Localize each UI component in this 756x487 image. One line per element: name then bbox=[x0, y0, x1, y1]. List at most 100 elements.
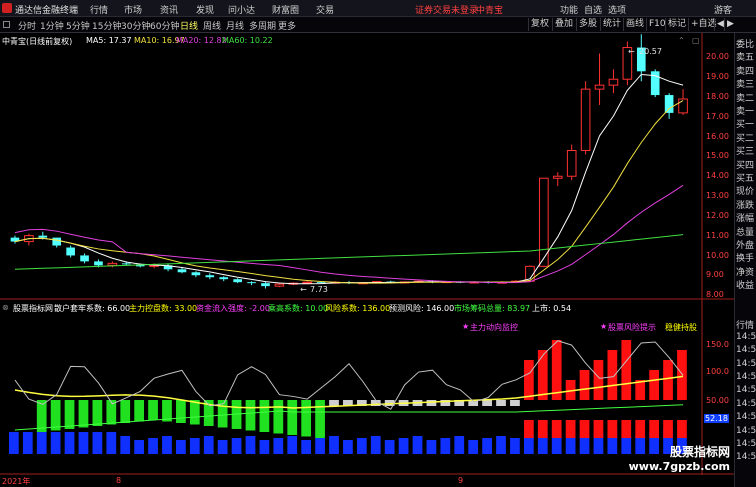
period-multi[interactable]: 多周期 bbox=[249, 19, 276, 32]
menu-discover[interactable]: 发现 bbox=[196, 3, 214, 16]
indicator-bar bbox=[189, 400, 200, 425]
indicator-param: 乘高系数: 10.00 bbox=[268, 304, 329, 313]
menu-wealth[interactable]: 财富圈 bbox=[272, 3, 299, 16]
login-status[interactable]: 证券交易未登录 bbox=[415, 3, 478, 16]
candle-body bbox=[261, 283, 270, 287]
menu-news[interactable]: 资讯 bbox=[160, 3, 178, 16]
multi-stock-button[interactable]: 多股 bbox=[576, 18, 599, 31]
volume-bar bbox=[120, 436, 131, 454]
quote-field: 14:50 bbox=[736, 425, 756, 436]
candle-body bbox=[247, 282, 256, 284]
risk-bar bbox=[649, 420, 659, 438]
period-weekly[interactable]: 周线 bbox=[203, 19, 221, 32]
candle-body bbox=[566, 150, 577, 177]
volume-bar bbox=[301, 440, 312, 454]
indicator-bar bbox=[273, 400, 284, 434]
volume-bar bbox=[22, 432, 33, 454]
volume-bar bbox=[510, 438, 520, 454]
risk-bar bbox=[565, 420, 576, 438]
stats-button[interactable]: 统计 bbox=[600, 18, 623, 31]
quote-field: 买二 bbox=[736, 133, 755, 144]
volume-bar bbox=[454, 436, 465, 454]
price-tick: 17.00 bbox=[706, 112, 729, 121]
volume-bar bbox=[203, 436, 214, 454]
indicator-source: 股票指标网 bbox=[13, 304, 53, 313]
volume-bar bbox=[78, 432, 89, 454]
adjust-button[interactable]: 复权 bbox=[528, 18, 551, 31]
mark-button[interactable]: 标记 bbox=[665, 18, 688, 31]
volume-bar bbox=[134, 440, 145, 454]
period-daily[interactable]: 日线 bbox=[180, 19, 198, 32]
menu-market[interactable]: 市场 bbox=[124, 3, 142, 16]
low-price-label-arrow: ← bbox=[300, 285, 307, 294]
volume-bar bbox=[162, 436, 172, 454]
volume-bar bbox=[426, 440, 437, 454]
quote-field: 买五 bbox=[736, 174, 755, 184]
menu-favorites[interactable]: 自选 bbox=[584, 3, 602, 16]
nav-next-button[interactable]: ▶ bbox=[724, 18, 736, 31]
menu-ask[interactable]: 问小达 bbox=[228, 3, 255, 16]
watermark-site: www.7gpzb.com bbox=[628, 460, 730, 473]
collapse-icon[interactable]: ⌃ bbox=[678, 36, 685, 45]
menu-hq[interactable]: 行情 bbox=[90, 3, 108, 16]
period-more[interactable]: 更多 bbox=[278, 19, 296, 32]
close-icon[interactable]: ▢ bbox=[692, 36, 700, 45]
volume-bar bbox=[370, 436, 381, 454]
app-title: 通达信金融终端 bbox=[15, 6, 79, 16]
candle-body bbox=[80, 255, 89, 262]
title-bar: 通达信金融终端 行情 市场 资讯 发现 问小达 财富圈 交易 证券交易未登录 中… bbox=[0, 0, 756, 17]
kline-chart[interactable] bbox=[0, 33, 734, 300]
candle-body bbox=[650, 71, 660, 96]
volume-bar bbox=[440, 438, 451, 454]
quote-field: 总量 bbox=[736, 227, 755, 238]
indicator-param: 资金流入强度: -2.00 bbox=[196, 304, 270, 313]
close-icon[interactable]: ⊗ bbox=[2, 303, 9, 312]
menu-trade[interactable]: 交易 bbox=[316, 3, 334, 16]
indicator-bar bbox=[607, 350, 618, 400]
risk-bar bbox=[607, 420, 618, 438]
quote-field: 卖五 bbox=[736, 53, 755, 64]
indicator-bar bbox=[259, 400, 270, 432]
price-tick: 8.00 bbox=[706, 290, 724, 299]
indicator-param: 预测风险: 146.00 bbox=[389, 304, 455, 313]
menu-function[interactable]: 功能 bbox=[560, 3, 578, 16]
risk-bar bbox=[551, 420, 562, 438]
watermark: 股票指标网 www.7gpzb.com bbox=[629, 443, 730, 473]
indicator-bar bbox=[120, 400, 131, 423]
risk-bar bbox=[677, 420, 687, 438]
overlay-button[interactable]: 叠加 bbox=[552, 18, 575, 31]
period-60min[interactable]: 60分钟 bbox=[150, 19, 179, 32]
volume-bar bbox=[148, 438, 158, 454]
quote-field: 买四 bbox=[736, 160, 755, 171]
volume-bar bbox=[189, 438, 200, 454]
ma5-label: MA5: 17.37 bbox=[86, 36, 132, 45]
menu-icon[interactable] bbox=[3, 21, 10, 28]
price-tick: 15.00 bbox=[706, 151, 729, 160]
ma20-label: MA20: 12.82 bbox=[176, 36, 227, 45]
period-tick[interactable]: 分时 bbox=[18, 19, 36, 32]
candle-body bbox=[94, 261, 103, 266]
indicator-bar bbox=[523, 360, 534, 400]
app-logo-icon bbox=[2, 3, 12, 13]
volume-bar bbox=[273, 438, 284, 454]
risk-bar bbox=[621, 420, 632, 438]
guest-label[interactable]: 游客 bbox=[714, 3, 732, 16]
draw-button[interactable]: 画线 bbox=[623, 18, 646, 31]
candle-body bbox=[205, 275, 215, 278]
date-tick: 2021年 bbox=[2, 477, 31, 486]
period-1min[interactable]: 1分钟 bbox=[40, 19, 64, 32]
period-monthly[interactable]: 月线 bbox=[226, 19, 244, 32]
period-5min[interactable]: 5分钟 bbox=[66, 19, 90, 32]
volume-bar bbox=[468, 440, 479, 454]
menu-options[interactable]: 选项 bbox=[608, 3, 626, 16]
volume-bar bbox=[412, 436, 423, 454]
quote-field: 14:50 bbox=[736, 358, 756, 369]
date-tick: 9 bbox=[458, 476, 464, 485]
indicator-bar bbox=[162, 400, 172, 422]
volume-bar bbox=[496, 436, 506, 454]
risk-bar bbox=[579, 420, 590, 438]
period-30min[interactable]: 30分钟 bbox=[121, 19, 150, 32]
volume-bar bbox=[176, 440, 186, 454]
volume-bar bbox=[245, 436, 256, 454]
period-15min[interactable]: 15分钟 bbox=[92, 19, 121, 32]
